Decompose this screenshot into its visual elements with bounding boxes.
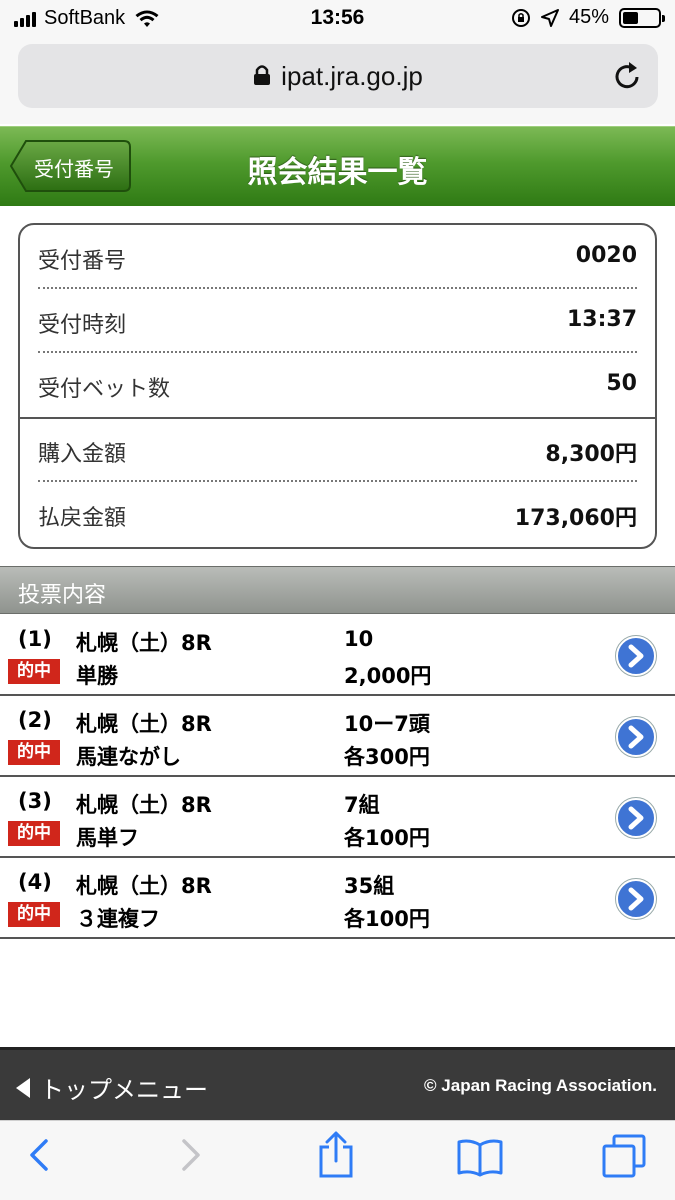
rotation-lock-icon <box>511 8 530 27</box>
copyright: © Japan Racing Association. <box>424 1076 657 1095</box>
status-bar: SoftBank 13:56 45% <box>0 0 675 38</box>
bet-combination: 7組 <box>344 793 380 817</box>
row-value: 0020 <box>575 243 637 268</box>
bet-row[interactable]: (2) 札幌（土）8R 10ー7頭 的中 馬連ながし 各300円 <box>0 696 675 777</box>
chevron-right-icon[interactable] <box>615 878 657 920</box>
bet-combination: 35組 <box>344 874 395 898</box>
location-arrow-icon <box>540 8 559 27</box>
bet-race: 札幌（土）8R <box>76 793 212 817</box>
row-value: 173,060円 <box>514 506 637 531</box>
page-header: 受付番号 照会結果一覧 <box>0 126 675 206</box>
top-menu-label: トップメニュー <box>40 1076 208 1104</box>
bookmarks-icon[interactable] <box>456 1137 504 1177</box>
bet-amount: 各100円 <box>344 907 430 931</box>
payout-amount-row: 払戻金額 173,060円 <box>38 482 637 546</box>
bet-amount: 各300円 <box>344 745 430 769</box>
bet-type: 単勝 <box>76 664 118 688</box>
row-label: 受付時刻 <box>38 313 127 338</box>
chevron-right-icon[interactable] <box>615 635 657 677</box>
reload-icon[interactable] <box>612 58 644 92</box>
bet-number: (1) <box>18 627 52 651</box>
bet-row[interactable]: (3) 札幌（土）8R 7組 的中 馬単フ 各100円 <box>0 777 675 858</box>
bet-amount: 各100円 <box>344 826 430 850</box>
hit-badge: 的中 <box>8 659 60 684</box>
bet-type: 馬単フ <box>76 826 139 850</box>
receipt-number-row: 受付番号 0020 <box>38 225 637 289</box>
row-value: 50 <box>606 371 637 396</box>
bet-race: 札幌（土）8R <box>76 631 212 655</box>
hit-badge: 的中 <box>8 740 60 765</box>
receipt-summary-card: 受付番号 0020 受付時刻 13:37 受付ベット数 50 購入金額 8,30… <box>18 223 657 549</box>
bet-amount: 2,000円 <box>344 664 432 688</box>
triangle-left-icon <box>16 1077 30 1098</box>
receipt-time-row: 受付時刻 13:37 <box>38 289 637 353</box>
hit-badge: 的中 <box>8 821 60 846</box>
bet-number: (2) <box>18 708 52 732</box>
bet-row[interactable]: (1) 札幌（土）8R 10 的中 単勝 2,000円 <box>0 615 675 696</box>
back-arrow-icon[interactable] <box>26 1135 54 1175</box>
bet-row[interactable]: (4) 札幌（土）8R 35組 的中 ３連複フ 各100円 <box>0 858 675 939</box>
row-label: 受付ベット数 <box>38 377 171 402</box>
row-label: 受付番号 <box>38 249 127 274</box>
page-footer: トップメニュー © Japan Racing Association. <box>0 1047 675 1120</box>
forward-arrow-icon[interactable] <box>176 1135 204 1175</box>
row-value: 8,300円 <box>545 442 637 467</box>
row-label: 払戻金額 <box>38 506 127 531</box>
bet-contents-header: 投票内容 <box>0 566 675 614</box>
tabs-icon[interactable] <box>600 1133 648 1179</box>
chevron-right-icon[interactable] <box>615 716 657 758</box>
bet-type: ３連複フ <box>76 907 160 931</box>
purchase-amount-row: 購入金額 8,300円 <box>38 418 637 482</box>
browser-toolbar <box>0 1120 675 1200</box>
bet-count-row: 受付ベット数 50 <box>38 353 637 417</box>
bet-number: (4) <box>18 870 52 894</box>
bet-combination: 10 <box>344 627 374 651</box>
battery-percent: 45% <box>568 6 609 28</box>
row-label: 購入金額 <box>38 442 127 467</box>
battery-icon <box>619 7 665 28</box>
section-title: 投票内容 <box>18 583 107 608</box>
address-bar[interactable]: ipat.jra.go.jp <box>18 44 658 108</box>
share-icon[interactable] <box>316 1131 356 1179</box>
chevron-right-icon[interactable] <box>615 797 657 839</box>
page-title: 照会結果一覧 <box>247 155 428 190</box>
bet-number: (3) <box>18 789 52 813</box>
top-menu-link[interactable]: トップメニュー <box>16 1070 208 1105</box>
bet-race: 札幌（土）8R <box>76 874 212 898</box>
hit-badge: 的中 <box>8 902 60 927</box>
bet-combination: 10ー7頭 <box>344 712 430 736</box>
browser-address-area: ipat.jra.go.jp <box>0 38 675 124</box>
bet-race: 札幌（土）8R <box>76 712 212 736</box>
bet-type: 馬連ながし <box>76 745 181 769</box>
lock-icon <box>254 65 271 86</box>
url-text: ipat.jra.go.jp <box>281 61 423 91</box>
row-value: 13:37 <box>566 307 637 332</box>
